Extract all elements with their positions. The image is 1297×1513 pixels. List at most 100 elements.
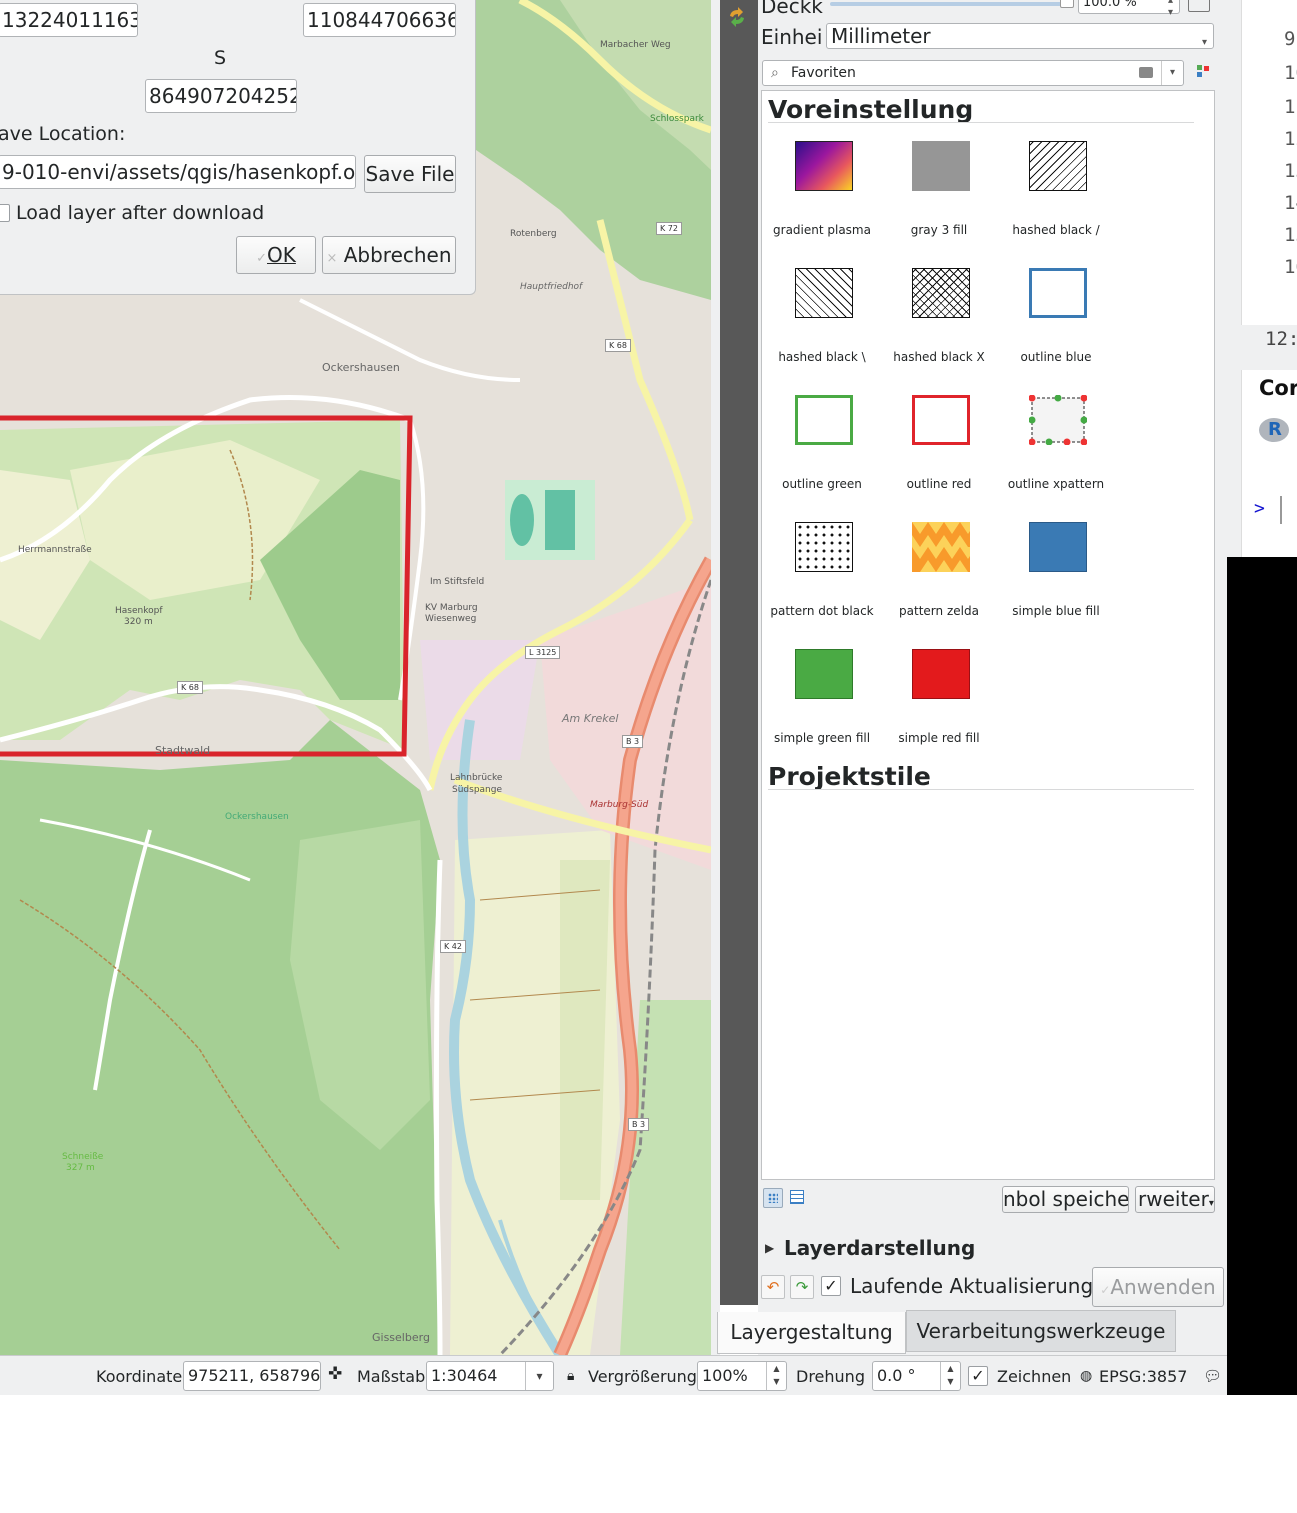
icon-view-icon[interactable] [763, 1188, 783, 1208]
line-number: 9 [1284, 28, 1296, 50]
tab-processing-toolbox[interactable]: Verarbeitungswerkzeuge [906, 1310, 1176, 1352]
opacity-spinbox[interactable]: 100.0 % ▴ ▾ [1078, 0, 1180, 18]
messages-icon[interactable]: 💬︎ [1203, 1367, 1222, 1385]
render-checkbox[interactable]: ✓ [968, 1366, 988, 1386]
symbol-simple-blue-fill[interactable]: simple blue fill [996, 520, 1116, 647]
console-pane: Cor R > [1241, 370, 1297, 557]
dock-splitter[interactable] [711, 0, 720, 1355]
symbol-outline-blue[interactable]: outline blue [996, 266, 1116, 393]
symbol-gray-3-fill[interactable]: gray 3 fill [879, 139, 999, 266]
map-label-herrmannstrasse: Herrmannstraße [18, 545, 92, 555]
ok-button[interactable]: ✓OK [236, 236, 316, 274]
live-update-label: Laufende Aktualisierung [850, 1274, 1094, 1298]
coordinate-label: Koordinate [96, 1367, 183, 1386]
symbol-pattern-dot-black[interactable]: pattern dot black [762, 520, 882, 647]
coordinate-field[interactable]: 975211, 6587965 [183, 1361, 321, 1391]
spin-arrows-icon[interactable]: ▴ ▾ [1168, 0, 1173, 19]
unit-select[interactable]: Millimeter ▾ [826, 23, 1214, 49]
globe-icon[interactable]: ◍ [1080, 1368, 1092, 1384]
symbol-hashed-black-back[interactable]: hashed black \ [762, 266, 882, 393]
unit-label: Einhei [761, 25, 823, 49]
data-defined-icon[interactable] [1188, 0, 1210, 12]
load-layer-checkbox[interactable] [0, 204, 10, 222]
rotation-spinbox[interactable]: 0.0 ° ▲ ▼ [872, 1361, 961, 1391]
redo-icon[interactable]: ↷ [790, 1275, 814, 1299]
symbol-hashed-black-x[interactable]: hashed black X [879, 266, 999, 393]
r-logo-icon: R [1259, 418, 1289, 442]
opacity-label: Deckk [761, 0, 823, 18]
expand-arrow-icon[interactable]: ▶ [765, 1241, 774, 1255]
style-manager-icon[interactable] [1195, 62, 1213, 80]
symbol-outline-xpattern[interactable]: outline xpattern [996, 393, 1116, 520]
map-label-im-stiftsfeld: Im Stiftsfeld [430, 577, 485, 587]
tab-layer-styling[interactable]: Layergestaltung [717, 1312, 906, 1354]
opacity-slider[interactable] [830, 2, 1070, 6]
black-background [1227, 557, 1297, 1395]
map-label-hauptfriedhof: Hauptfriedhof [520, 282, 583, 292]
cancel-button[interactable]: × Abbrechen [322, 236, 456, 274]
line-number: 10 [1284, 62, 1297, 84]
undo-icon[interactable]: ↶ [761, 1275, 785, 1299]
line-number: 13 [1284, 160, 1297, 182]
map-label-ockershausen: Ockershausen [322, 361, 400, 374]
opacity-slider-handle[interactable] [1060, 0, 1074, 8]
scale-select[interactable]: 1:30464 ▾ [426, 1361, 554, 1391]
map-label-ockershausen-small: Ockershausen [225, 812, 289, 822]
map-label-lahnbrucke: Lahnbrücke [450, 773, 503, 783]
list-view-icon[interactable] [790, 1190, 804, 1204]
west-coordinate-field[interactable]: 132240111638 [0, 3, 138, 37]
symbol-simple-green-fill[interactable]: simple green fill [762, 647, 882, 774]
east-coordinate-field[interactable]: 1108447066366 [303, 3, 456, 37]
spin-arrows-icon[interactable]: ▲ ▼ [940, 1362, 960, 1390]
map-label-marbacher-weg: Marbacher Weg [600, 40, 671, 50]
lock-icon[interactable]: 🔒︎ [567, 1368, 574, 1384]
south-coordinate-field[interactable]: 8649072042524 [145, 79, 297, 113]
road-shield-k68: K 68 [177, 681, 203, 694]
mouse-icon[interactable]: ✜ [328, 1364, 342, 1384]
chevron-down-icon[interactable]: ▾ [525, 1362, 553, 1390]
map-label-hasenkopf: Hasenkopf [115, 606, 163, 616]
dock-sidebar [720, 0, 758, 1305]
favorites-search-input[interactable]: ⌕ Favoriten ▾ [762, 60, 1184, 86]
save-file-button[interactable]: Save File [364, 155, 456, 193]
map-label-gisselberg: Gisselberg [372, 1331, 430, 1344]
symbol-pattern-zelda[interactable]: pattern zelda [879, 520, 999, 647]
road-shield-k72: K 72 [656, 222, 682, 235]
simple-green-swatch [795, 649, 853, 699]
line-number: 16 [1284, 256, 1297, 278]
console-prompt[interactable]: > [1254, 498, 1265, 519]
map-label-am-krekel: Am Krekel [562, 712, 619, 725]
text-cursor [1280, 496, 1282, 524]
symbol-outline-red[interactable]: outline red [879, 393, 999, 520]
chevron-down-icon[interactable]: ▾ [1161, 61, 1183, 85]
symbol-gradient-plasma[interactable]: gradient plasma [762, 139, 882, 266]
right-edge-panel: 9 10 11 12 13 14 15 16 12: Cor R > [1227, 0, 1297, 557]
chevron-down-icon: ▾ [1208, 1198, 1214, 1209]
save-path-field[interactable]: 9-010-envi/assets/qgis/hasenkopf.osm [0, 155, 356, 189]
save-symbol-button[interactable]: nbol speicher [1002, 1186, 1129, 1213]
magnifier-spinbox[interactable]: 100% ▲ ▼ [697, 1361, 787, 1391]
simple-red-swatch [912, 649, 970, 699]
save-location-label: ave Location: [0, 123, 126, 145]
apply-button[interactable]: ✓Anwenden [1092, 1267, 1224, 1307]
symbol-simple-red-fill[interactable]: simple red fill [879, 647, 999, 774]
outline-xpattern-swatch [1029, 395, 1087, 445]
outline-green-swatch [795, 395, 853, 445]
road-shield-k42: K 42 [440, 940, 466, 953]
outline-blue-swatch [1029, 268, 1087, 318]
symbol-outline-green[interactable]: outline green [762, 393, 882, 520]
code-editor-fragment: 9 10 11 12 13 14 15 16 [1241, 0, 1297, 325]
live-update-checkbox[interactable]: ✓ [821, 1276, 841, 1296]
refresh-icon[interactable] [726, 6, 748, 28]
map-label-marburg-sud: Marburg-Süd [590, 800, 649, 810]
console-title: Cor [1259, 376, 1297, 400]
symbol-hashed-black-forward[interactable]: hashed black / [996, 139, 1116, 266]
clear-icon[interactable] [1139, 67, 1153, 78]
road-shield-b3: B 3 [622, 735, 644, 748]
advanced-button[interactable]: rweiter▾ [1135, 1186, 1215, 1213]
crs-button[interactable]: EPSG:3857 [1099, 1367, 1187, 1386]
check-icon: ✓ [1100, 1283, 1111, 1297]
spin-arrows-icon[interactable]: ▲ ▼ [766, 1362, 786, 1390]
close-icon: × [326, 251, 338, 266]
layer-rendering-label[interactable]: Layerdarstellung [784, 1236, 975, 1260]
